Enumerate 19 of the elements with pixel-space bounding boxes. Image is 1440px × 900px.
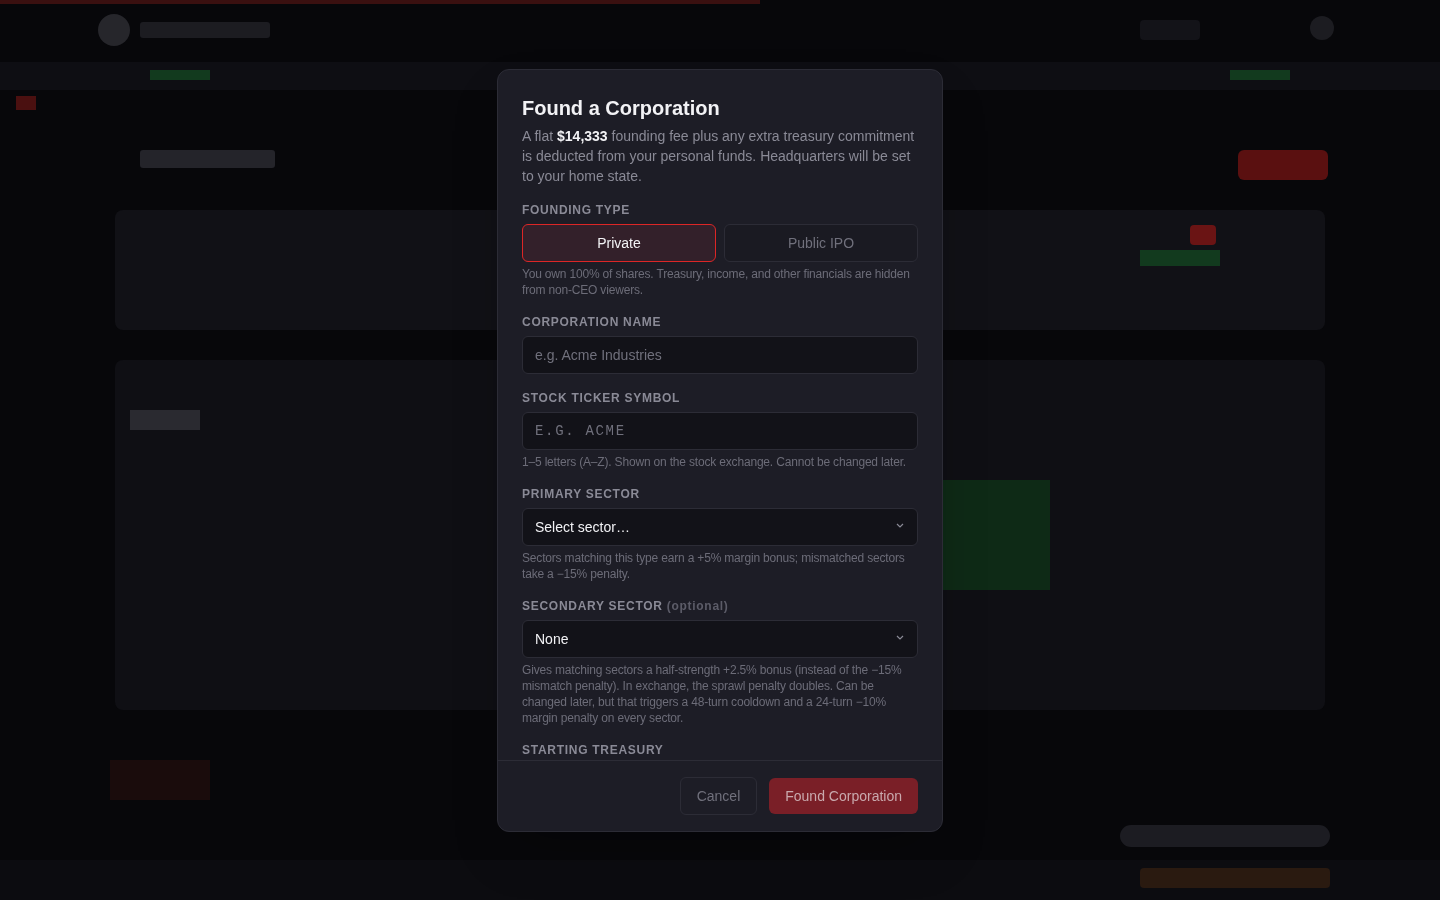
name-field[interactable]: e.g. Acme Industries (522, 336, 918, 374)
field-label: FOUNDING TYPE (522, 202, 632, 218)
field-label: STOCK TICKER SYMBOL (522, 390, 682, 406)
field-label: PRIMARY SECTOR (522, 486, 641, 502)
help-text: Sectors matching this type earn a +5% margin bonus; mismatched sectors take a −15% penalty. (522, 550, 906, 582)
blurred-badge (16, 96, 36, 110)
segment-button[interactable]: Private (522, 224, 716, 262)
field-label: STARTING TREASURY (522, 742, 665, 758)
select-field[interactable]: Select sector… (522, 508, 918, 546)
help-text: You own 100% of shares. Treasury, income, and other financials are hidden from non-CEO viewers. (522, 266, 911, 298)
segment-button[interactable]: Public IPO (724, 224, 918, 262)
field-label: SECONDARY SECTOR (optional) (522, 598, 730, 614)
help-text: Gives matching sectors a half-strength +2.5% bonus (instead of the −15% mismatch penalty). In exchange, the sprawl penalty doubles. Can be changed later, but that triggers a 48-turn cooldown and a 24-turn −10% margin penalty on every sector. (522, 662, 903, 726)
field-label: CORPORATION NAME (522, 314, 663, 330)
dialog-title: Found a Corporation (522, 96, 721, 121)
select-field[interactable]: None (522, 620, 918, 658)
ticker-field[interactable]: E.G. ACME (522, 412, 918, 450)
dialog-description: A flat $14,333 founding fee plus any extra treasury commitment is deducted from your personal funds. Headquarters will be set to your home state. (522, 127, 916, 186)
help-text: 1–5 letters (A–Z). Shown on the stock exchange. Cannot be changed later. (522, 454, 907, 470)
